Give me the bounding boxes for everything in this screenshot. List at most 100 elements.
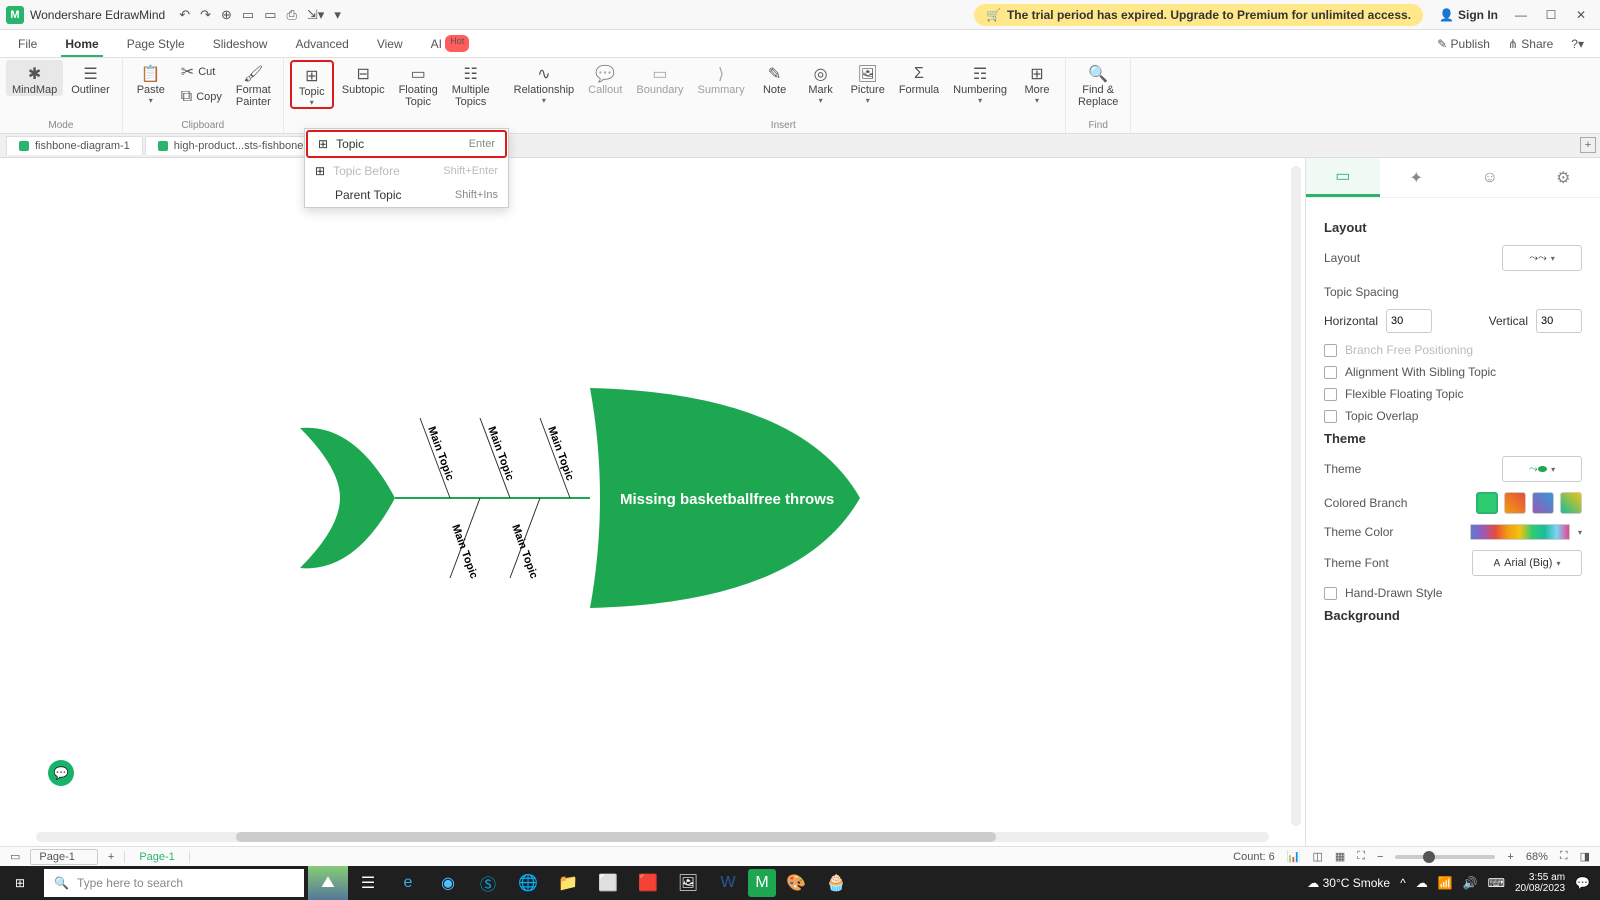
tray-onedrive[interactable]: ☁ — [1416, 876, 1428, 890]
numbering-button[interactable]: ☶Numbering▾ — [947, 60, 1013, 105]
minimize-button[interactable]: — — [1508, 5, 1534, 25]
boundary-button[interactable]: ▭Boundary — [630, 60, 689, 96]
publish-button[interactable]: ✎ Publish — [1437, 37, 1490, 57]
redo-button[interactable]: ↷ — [200, 7, 211, 23]
swatch-1[interactable] — [1476, 492, 1498, 514]
bone-label[interactable]: Main Topic — [449, 523, 480, 580]
tab-advanced[interactable]: Advanced — [295, 37, 348, 57]
tray-chevron[interactable]: ^ — [1400, 876, 1406, 890]
close-button[interactable]: ✕ — [1568, 5, 1594, 25]
edrawmind-icon[interactable]: M — [748, 869, 776, 897]
h-scrollbar[interactable] — [36, 832, 1269, 842]
swatch-3[interactable] — [1532, 492, 1554, 514]
tab-slideshow[interactable]: Slideshow — [213, 37, 268, 57]
zoom-knob[interactable] — [1423, 851, 1435, 863]
h-scroll-thumb[interactable] — [236, 832, 996, 842]
qat-more[interactable]: ▾ — [334, 7, 341, 23]
fullscreen-button[interactable]: ⛶ — [1560, 850, 1568, 863]
rtab-settings[interactable]: ⚙ — [1527, 158, 1600, 197]
mark-button[interactable]: ◎Mark▾ — [799, 60, 843, 105]
rtab-icon[interactable]: ☺ — [1453, 158, 1527, 197]
summary-button[interactable]: ⟩Summary — [692, 60, 751, 96]
topic-overlap-check[interactable]: Topic Overlap — [1324, 409, 1582, 423]
dropdown-item-parent-topic[interactable]: Parent Topic Shift+Ins — [305, 183, 508, 207]
explorer-icon[interactable]: 📁 — [548, 866, 588, 900]
save-button[interactable]: ▭ — [264, 7, 276, 23]
undo-button[interactable]: ↶ — [179, 7, 190, 23]
tab-home[interactable]: Home — [65, 37, 98, 57]
note-button[interactable]: ✎Note — [753, 60, 797, 96]
dropdown-item-topic[interactable]: ⊞ Topic Enter — [306, 130, 507, 158]
bone-label[interactable]: Main Topic — [509, 523, 540, 580]
page-tab-active[interactable]: Page-1 — [124, 851, 189, 863]
mindmap-mode-button[interactable]: ✱MindMap — [6, 60, 63, 96]
start-button[interactable]: ⊞ — [0, 876, 40, 890]
zoom-slider[interactable] — [1395, 855, 1495, 859]
vertical-input[interactable] — [1536, 309, 1582, 333]
app-icon-2[interactable]: 🧁 — [816, 866, 856, 900]
horizontal-input[interactable] — [1386, 309, 1432, 333]
picture-button[interactable]: 🖼Picture▾ — [845, 60, 891, 105]
doctab-2[interactable]: high-product...sts-fishbone — [145, 136, 317, 155]
view-mode-1[interactable]: ◫ — [1312, 850, 1322, 863]
fit-button[interactable]: ⛶ — [1357, 850, 1365, 863]
theme-color-select[interactable] — [1470, 524, 1570, 540]
zoom-in[interactable]: + — [1507, 851, 1513, 863]
tray-wifi[interactable]: 📶 — [1438, 876, 1453, 890]
tab-page-style[interactable]: Page Style — [127, 37, 185, 57]
hand-drawn-check[interactable]: Hand-Drawn Style — [1324, 586, 1582, 600]
new-doc-button[interactable]: + — [1580, 137, 1596, 153]
floating-topic-button[interactable]: ▭Floating Topic — [393, 60, 444, 108]
fishbone-diagram[interactable]: Missing basketballfree throws Main Topic… — [300, 368, 900, 648]
print-button[interactable]: ⎙ — [287, 7, 297, 23]
rtab-layout[interactable]: ▭ — [1306, 158, 1380, 197]
clock[interactable]: 3:55 am 20/08/2023 — [1515, 872, 1565, 894]
theme-select[interactable]: ⤳⬬▾ — [1502, 456, 1582, 482]
photos-icon[interactable]: 🖼 — [668, 866, 708, 900]
app-icon-1[interactable]: 🟥 — [628, 866, 668, 900]
swatch-2[interactable] — [1504, 492, 1526, 514]
edge-icon[interactable]: ◉ — [428, 866, 468, 900]
zoom-icon[interactable]: ⬜ — [588, 866, 628, 900]
theme-font-select[interactable]: AArial (Big)▾ — [1472, 550, 1582, 576]
paste-button[interactable]: 📋Paste▾ — [129, 60, 173, 105]
rtab-style[interactable]: ✦ — [1380, 158, 1454, 197]
signin-button[interactable]: 👤 Sign In — [1439, 8, 1498, 22]
ie-icon[interactable]: e — [388, 866, 428, 900]
pages-icon[interactable]: ▭ — [10, 850, 20, 863]
align-sibling-check[interactable]: Alignment With Sibling Topic — [1324, 365, 1582, 379]
word-icon[interactable]: W — [708, 866, 748, 900]
relationship-button[interactable]: ∿Relationship▾ — [508, 60, 581, 105]
more-button[interactable]: ⊞More▾ — [1015, 60, 1059, 105]
subtopic-button[interactable]: ⊟Subtopic — [336, 60, 391, 96]
find-replace-button[interactable]: 🔍Find & Replace — [1072, 60, 1124, 108]
trial-banner[interactable]: 🛒 The trial period has expired. Upgrade … — [974, 4, 1423, 26]
tab-view[interactable]: View — [377, 37, 403, 57]
formula-button[interactable]: ΣFormula — [893, 60, 945, 96]
notifications-icon[interactable]: 💬 — [1575, 876, 1590, 890]
page-select[interactable]: Page-1 — [30, 849, 97, 865]
tray-lang[interactable]: ⌨ — [1488, 876, 1505, 890]
skype-icon[interactable]: Ⓢ — [468, 866, 508, 900]
export-button[interactable]: ⇲▾ — [307, 7, 324, 23]
outliner-mode-button[interactable]: ☰Outliner — [65, 60, 116, 96]
callout-button[interactable]: 💬Callout — [582, 60, 628, 96]
chrome-icon[interactable]: 🌐 — [508, 866, 548, 900]
help-button[interactable]: ?▾ — [1571, 37, 1584, 57]
copy-button[interactable]: ⧉Copy — [175, 85, 228, 109]
cut-button[interactable]: ✂Cut — [175, 60, 228, 84]
view-mode-2[interactable]: ▦ — [1335, 850, 1345, 863]
multiple-topics-button[interactable]: ☷Multiple Topics — [446, 60, 496, 108]
v-scrollbar[interactable] — [1291, 166, 1301, 826]
tab-ai[interactable]: AI Hot — [431, 37, 470, 57]
canvas[interactable]: Missing basketballfree throws Main Topic… — [0, 158, 1305, 846]
tray-volume[interactable]: 🔊 — [1463, 876, 1478, 890]
new-button[interactable]: ⊕ — [221, 7, 232, 23]
topic-button[interactable]: ⊞Topic▾ — [290, 60, 334, 109]
panel-toggle[interactable]: ◨ — [1580, 850, 1590, 863]
zoom-out[interactable]: − — [1377, 851, 1383, 863]
help-bubble[interactable]: 💬 — [48, 760, 74, 786]
weather-widget[interactable]: ☁ 30°C Smoke — [1307, 876, 1390, 890]
task-view[interactable]: ☰ — [348, 866, 388, 900]
taskbar-search[interactable]: 🔍 Type here to search — [44, 869, 304, 897]
